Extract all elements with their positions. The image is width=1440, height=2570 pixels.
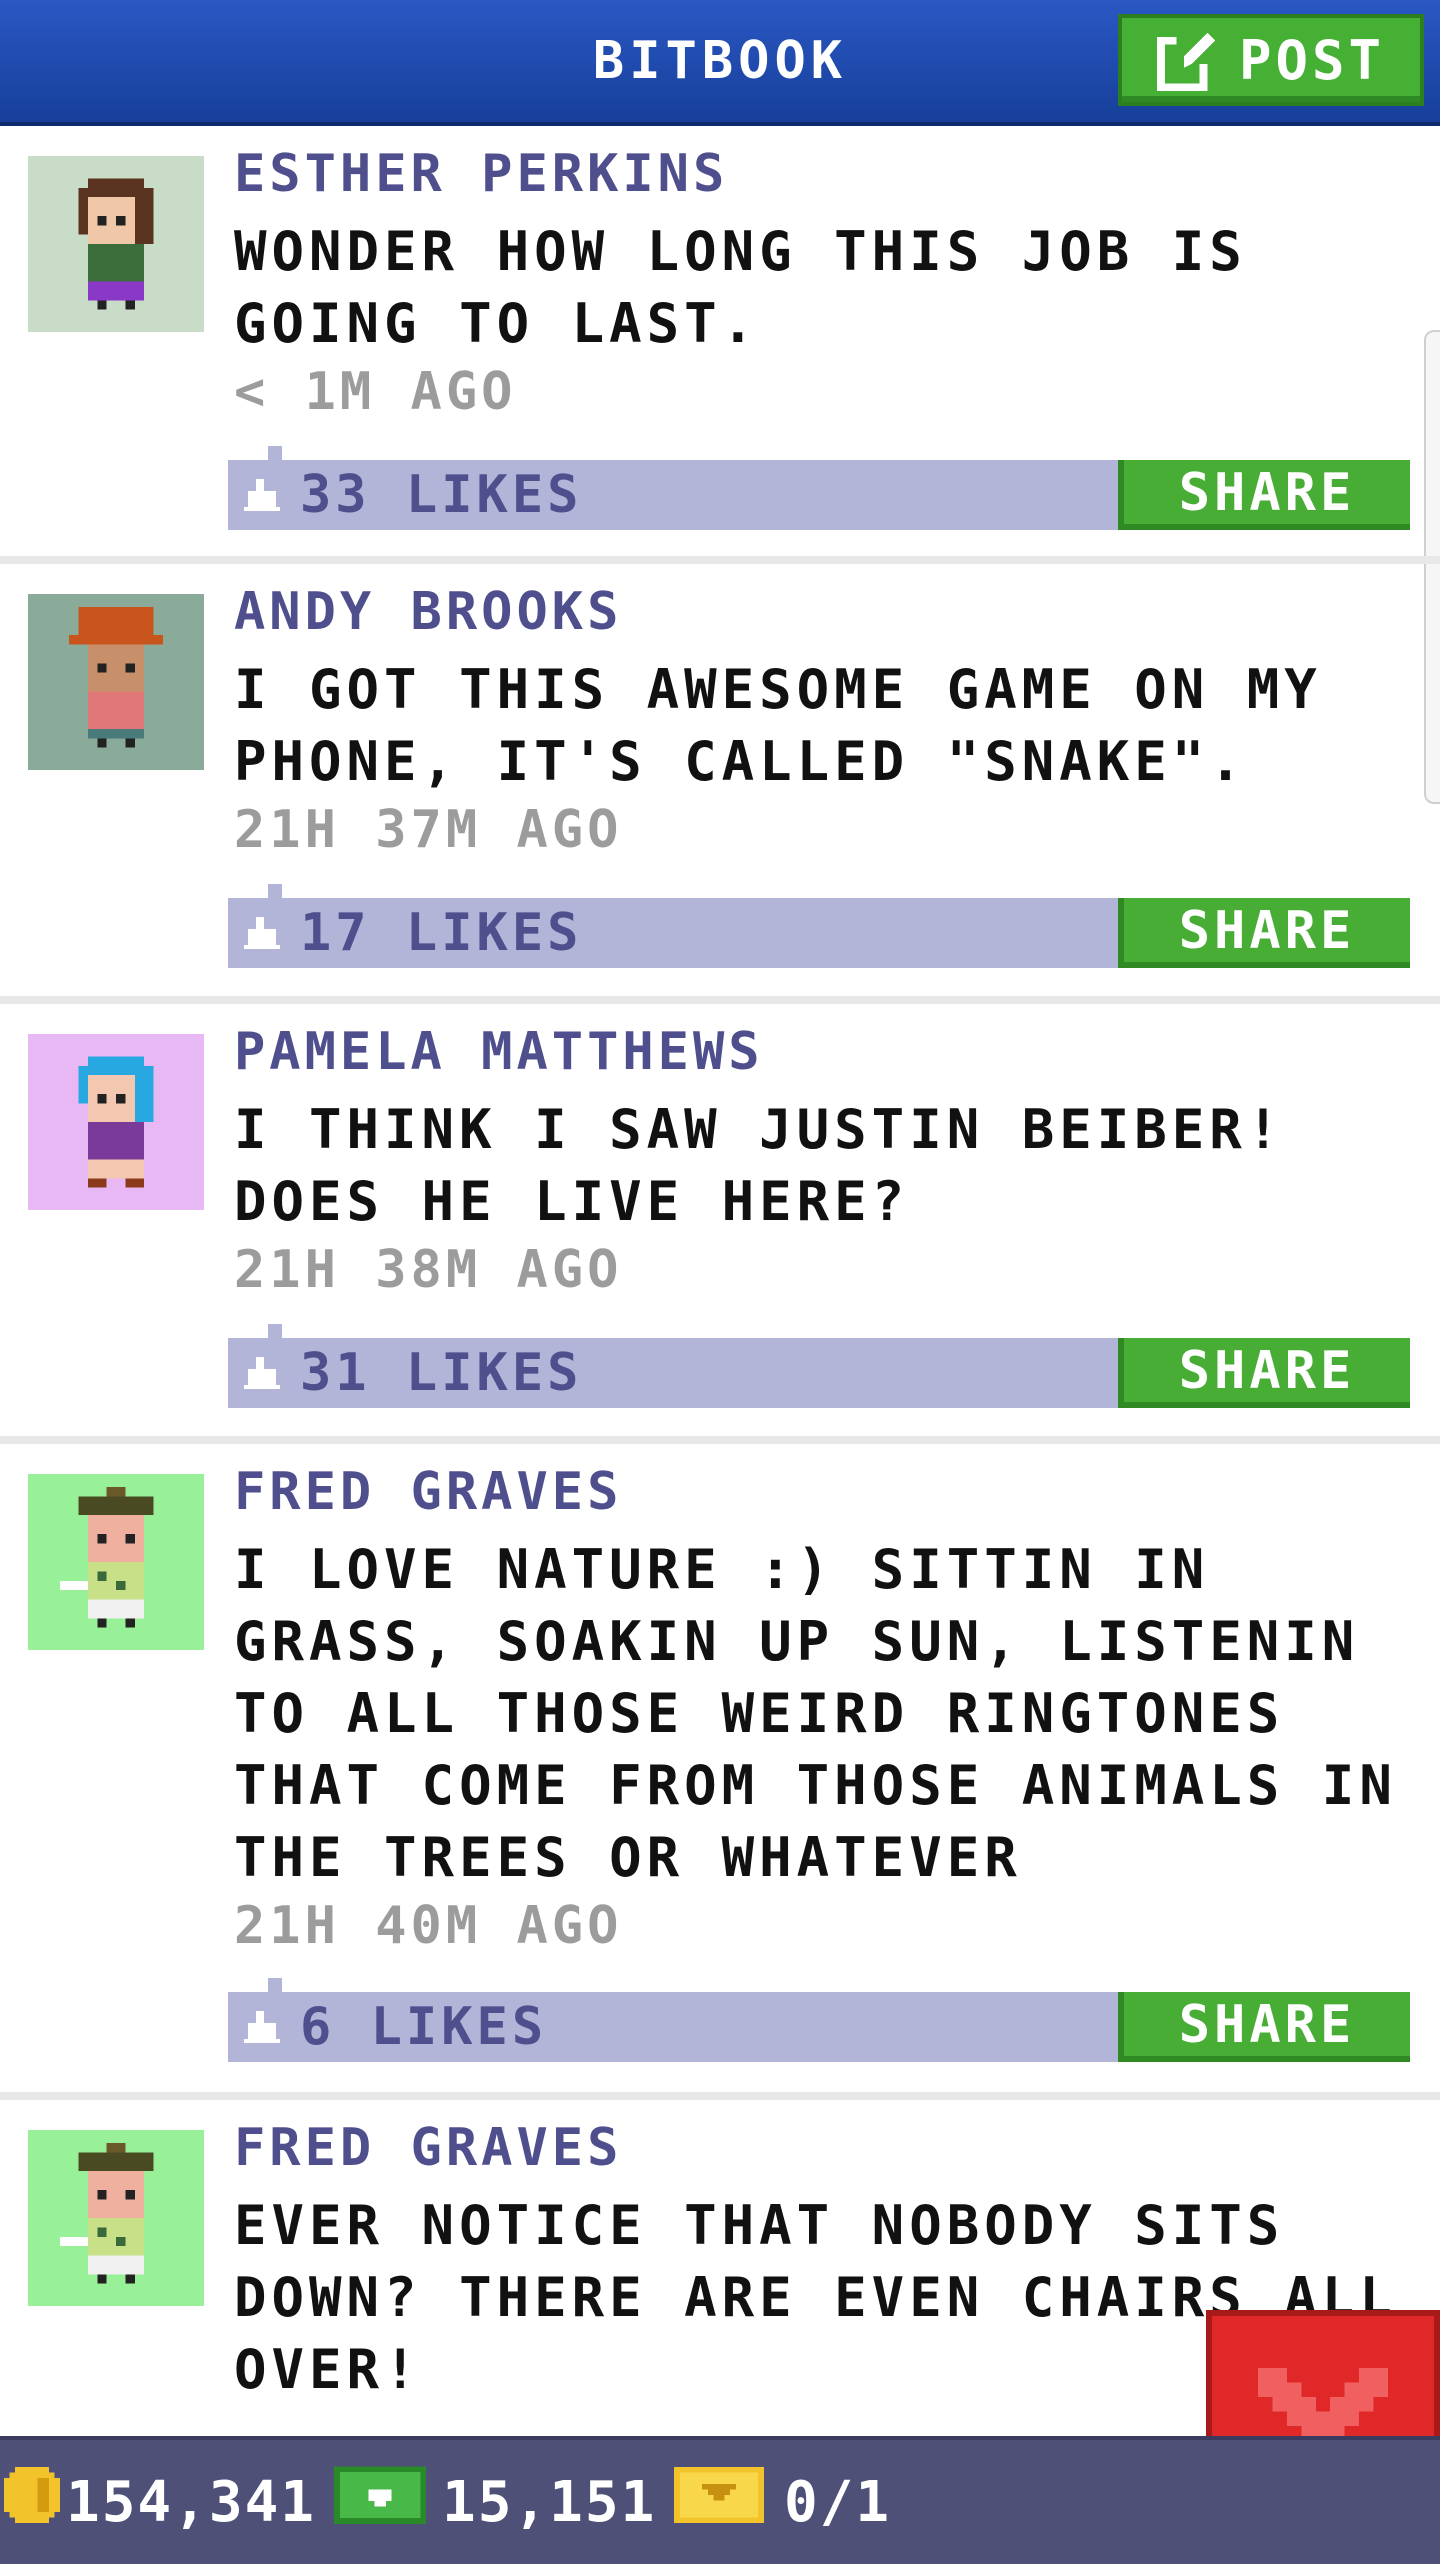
post-message: I LOVE NATURE :) SITTIN IN GRASS, SOAKIN… [234,1538,1397,1889]
post-timestamp: 21H 37M AGO [234,800,623,860]
avatar [28,594,204,770]
like-count: 33 LIKES [300,465,583,525]
share-button[interactable]: SHARE [1118,898,1410,968]
post-item: FRED GRAVES I LOVE NATURE :) SITTIN IN G… [0,1444,1440,2100]
thumbs-up-icon[interactable] [244,916,280,950]
bux-value: 15,151 [442,2469,657,2535]
post-author[interactable]: FRED GRAVES [234,1462,622,1522]
like-count: 31 LIKES [300,1343,583,1403]
tickets-stat: 0/1 [674,2440,891,2564]
like-count: 6 LIKES [300,1997,548,2057]
feed-list: ESTHER PERKINS WONDER HOW LONG THIS JOB … [0,126,1440,2570]
avatar [28,1474,204,1650]
coins-value: 154,341 [66,2469,317,2535]
thumbs-up-icon[interactable] [244,478,280,512]
post-timestamp: < 1M AGO [234,362,517,422]
like-count: 17 LIKES [300,903,583,963]
avatar [28,1034,204,1210]
post-item: PAMELA MATTHEWS I THINK I SAW JUSTIN BEI… [0,1004,1440,1444]
like-bar: 6 LIKES SHARE [228,1978,1410,2062]
compose-icon [1156,29,1219,91]
currency-bar: 154,341 15,151 0/1 [0,2436,1440,2564]
post-author[interactable]: PAMELA MATTHEWS [234,1022,764,1082]
coins-stat: 154,341 [4,2440,316,2564]
post-timestamp: 21H 38M AGO [234,1240,623,1300]
bux-icon [334,2466,426,2538]
post-message: I GOT THIS AWESOME GAME ON MY PHONE, IT'… [234,658,1322,793]
avatar [28,156,204,332]
like-bar: 31 LIKES SHARE [228,1324,1410,1408]
post-item: ESTHER PERKINS WONDER HOW LONG THIS JOB … [0,126,1440,564]
coin-icon [4,2467,60,2537]
post-author[interactable]: ANDY BROOKS [234,582,622,642]
tickets-value: 0/1 [784,2469,892,2535]
share-button[interactable]: SHARE [1118,1992,1410,2062]
thumbs-up-icon[interactable] [244,2010,280,2044]
top-bar: BITBOOK POST [0,0,1440,126]
post-author[interactable]: ESTHER PERKINS [234,144,728,204]
post-button[interactable]: POST [1118,14,1424,106]
post-timestamp: 21H 40M AGO [234,1896,623,1956]
post-item: ANDY BROOKS I GOT THIS AWESOME GAME ON M… [0,564,1440,1004]
post-button-label: POST [1238,28,1386,92]
like-bar: 33 LIKES SHARE [228,446,1410,530]
post-message: I THINK I SAW JUSTIN BEIBER! DOES HE LIV… [234,1098,1285,1233]
post-author[interactable]: FRED GRAVES [234,2118,622,2178]
thumbs-up-icon[interactable] [244,1356,280,1390]
bux-stat: 15,151 [334,2440,656,2564]
post-message: WONDER HOW LONG THIS JOB IS GOING TO LAS… [234,220,1247,355]
avatar [28,2130,204,2306]
share-button[interactable]: SHARE [1118,460,1410,530]
share-button[interactable]: SHARE [1118,1338,1410,1408]
like-bar: 17 LIKES SHARE [228,884,1410,968]
ticket-icon [674,2467,764,2537]
